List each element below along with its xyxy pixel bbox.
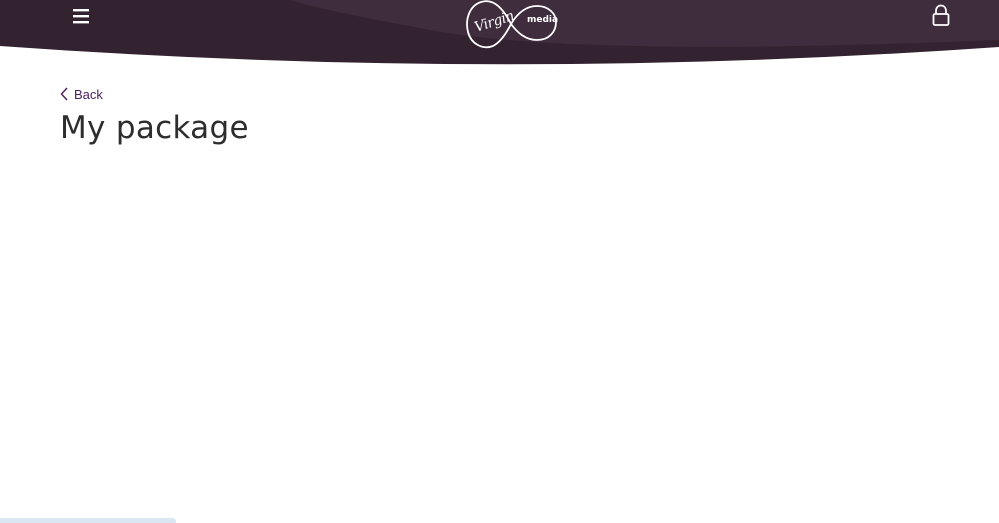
page: Virgin media Back My package xyxy=(0,0,999,523)
logo-media-text: media xyxy=(527,15,559,25)
chevron-left-icon xyxy=(60,87,68,101)
bottom-banner-edge xyxy=(0,518,176,523)
hamburger-menu-icon xyxy=(73,9,89,24)
page-title: My package xyxy=(60,110,249,146)
lock-icon xyxy=(932,4,950,26)
back-link[interactable]: Back xyxy=(60,85,103,103)
site-header: Virgin media xyxy=(0,0,999,66)
menu-button[interactable] xyxy=(68,3,94,29)
virgin-media-logo[interactable]: Virgin media xyxy=(465,0,559,50)
login-button[interactable] xyxy=(929,3,953,29)
back-link-label: Back xyxy=(74,86,103,102)
